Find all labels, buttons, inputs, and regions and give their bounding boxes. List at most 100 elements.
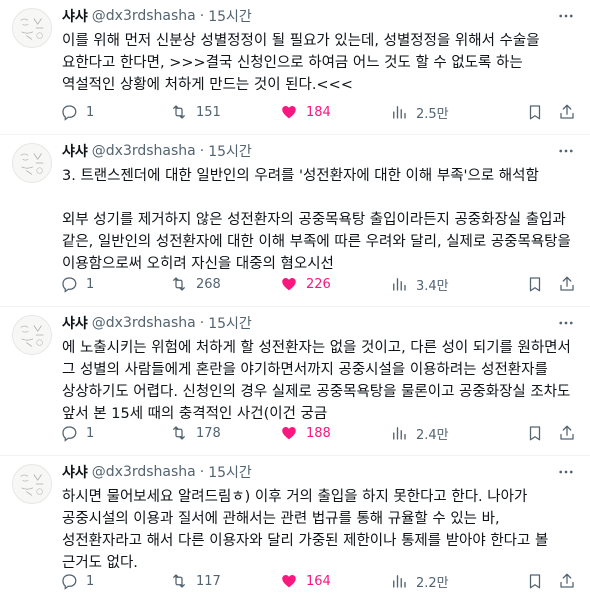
like-count: 226 bbox=[306, 276, 331, 292]
avatar[interactable] bbox=[12, 315, 52, 355]
views-button[interactable]: 2.5만 bbox=[390, 103, 500, 122]
share-icon[interactable] bbox=[558, 424, 576, 442]
view-count: 2.5만 bbox=[416, 106, 449, 122]
reply-button[interactable]: 1 bbox=[60, 103, 170, 121]
retweet-icon bbox=[173, 105, 185, 119]
views-button[interactable]: 3.4만 bbox=[390, 275, 500, 294]
tweet-text: 에 노출시키는 위험에 처하게 할 성전환자는 없을 것이고, 다른 성이 되기… bbox=[62, 337, 576, 425]
user-handle[interactable]: @dx3rdshasha bbox=[92, 315, 196, 331]
reply-icon bbox=[62, 574, 77, 590]
retweet-button[interactable]: 178 bbox=[170, 424, 280, 442]
timestamp[interactable]: 15시간 bbox=[208, 462, 252, 482]
tweet-header: 샤샤 @dx3rdshasha · 15시간 bbox=[62, 462, 576, 482]
separator-dot: · bbox=[199, 464, 205, 480]
tweet-header: 샤샤 @dx3rdshasha · 15시간 bbox=[62, 313, 576, 333]
retweet-button[interactable]: 117 bbox=[170, 572, 280, 590]
tweet-actions: 1 117 164 2.2만 bbox=[60, 571, 576, 591]
tweet-header: 샤샤 @dx3rdshasha · 15시간 bbox=[62, 141, 576, 161]
reply-icon bbox=[62, 105, 77, 121]
tweet-actions: 1 178 188 2.4만 bbox=[60, 423, 576, 443]
views-icon bbox=[393, 106, 406, 119]
more-icon[interactable] bbox=[556, 6, 576, 26]
user-handle[interactable]: @dx3rdshasha bbox=[92, 464, 196, 480]
user-handle[interactable]: @dx3rdshasha bbox=[92, 8, 196, 24]
avatar[interactable] bbox=[12, 8, 52, 48]
reply-button[interactable]: 1 bbox=[60, 275, 170, 293]
retweet-count: 268 bbox=[196, 276, 221, 292]
display-name[interactable]: 샤샤 bbox=[62, 462, 88, 482]
reply-icon bbox=[62, 426, 77, 442]
retweet-icon bbox=[173, 426, 185, 440]
share-icon[interactable] bbox=[558, 275, 576, 293]
avatar[interactable] bbox=[12, 464, 52, 504]
separator-dot: · bbox=[199, 8, 205, 24]
retweet-count: 117 bbox=[196, 573, 221, 589]
views-icon bbox=[393, 427, 406, 440]
view-count: 2.4만 bbox=[416, 427, 449, 443]
bookmark-icon[interactable] bbox=[526, 103, 544, 121]
views-button[interactable]: 2.4만 bbox=[390, 424, 500, 443]
display-name[interactable]: 샤샤 bbox=[62, 6, 88, 26]
separator-dot: · bbox=[199, 315, 205, 331]
display-name[interactable]: 샤샤 bbox=[62, 141, 88, 161]
tweet-paragraph: 하시면 물어보세요 알려드림ㅎ) 이후 거의 출입을 하지 못한다고 한다. 나… bbox=[62, 489, 549, 571]
separator-dot: · bbox=[199, 143, 205, 159]
retweet-icon bbox=[173, 277, 185, 291]
timestamp[interactable]: 15시간 bbox=[208, 313, 252, 333]
more-icon[interactable] bbox=[556, 462, 576, 482]
bookmark-icon[interactable] bbox=[526, 275, 544, 293]
bookmark-icon[interactable] bbox=[526, 572, 544, 590]
share-icon[interactable] bbox=[558, 103, 576, 121]
tweet[interactable]: 샤샤 @dx3rdshasha · 15시간 3. 트랜스젠더에 대한 일반인의… bbox=[0, 135, 590, 307]
reply-button[interactable]: 1 bbox=[60, 424, 170, 442]
views-icon bbox=[393, 278, 406, 291]
like-button[interactable]: 164 bbox=[280, 572, 390, 590]
reply-count: 1 bbox=[86, 573, 95, 589]
like-icon bbox=[282, 278, 296, 291]
retweet-count: 151 bbox=[196, 104, 221, 120]
view-count: 3.4만 bbox=[416, 278, 449, 294]
timestamp[interactable]: 15시간 bbox=[208, 141, 252, 161]
reply-count: 1 bbox=[86, 104, 95, 120]
tweet-paragraph: 3. 트랜스젠더에 대한 일반인의 우려를 '성전환자에 대한 이해 부족'으로… bbox=[62, 168, 539, 184]
tweet[interactable]: 샤샤 @dx3rdshasha · 15시간 이를 위해 먼저 신분상 성별정정… bbox=[0, 0, 590, 135]
tweet-paragraph: 에 노출시키는 위험에 처하게 할 성전환자는 없을 것이고, 다른 성이 되기… bbox=[62, 340, 571, 422]
like-button[interactable]: 226 bbox=[280, 275, 390, 293]
tweet-paragraph: 외부 성기를 제거하지 않은 성전환자의 공중목욕탕 출입이라든지 공중화장실 … bbox=[62, 212, 571, 272]
tweet[interactable]: 샤샤 @dx3rdshasha · 15시간 하시면 물어보세요 알려드림ㅎ) … bbox=[0, 456, 590, 603]
like-count: 164 bbox=[306, 573, 331, 589]
more-icon[interactable] bbox=[556, 313, 576, 333]
tweet-feed: 샤샤 @dx3rdshasha · 15시간 이를 위해 먼저 신분상 성별정정… bbox=[0, 0, 590, 603]
tweet-text: 3. 트랜스젠더에 대한 일반인의 우려를 '성전환자에 대한 이해 부족'으로… bbox=[62, 165, 576, 275]
like-icon bbox=[282, 575, 296, 588]
tweet-text: 이를 위해 먼저 신분상 성별정정이 될 필요가 있는데, 성별정정을 위해서 … bbox=[62, 30, 576, 96]
like-icon bbox=[282, 106, 296, 119]
bookmark-icon[interactable] bbox=[526, 424, 544, 442]
user-handle[interactable]: @dx3rdshasha bbox=[92, 143, 196, 159]
tweet-header: 샤샤 @dx3rdshasha · 15시간 bbox=[62, 6, 576, 26]
tweet-text: 하시면 물어보세요 알려드림ㅎ) 이후 거의 출입을 하지 못한다고 한다. 나… bbox=[62, 486, 576, 574]
views-icon bbox=[393, 575, 406, 588]
more-icon[interactable] bbox=[556, 141, 576, 161]
share-icon[interactable] bbox=[558, 572, 576, 590]
view-count: 2.2만 bbox=[416, 575, 449, 591]
retweet-count: 178 bbox=[196, 425, 221, 441]
like-button[interactable]: 188 bbox=[280, 424, 390, 442]
like-button[interactable]: 184 bbox=[280, 103, 390, 121]
tweet-actions: 1 151 184 2.5만 bbox=[60, 102, 576, 122]
retweet-icon bbox=[173, 574, 185, 588]
tweet[interactable]: 샤샤 @dx3rdshasha · 15시간 에 노출시키는 위험에 처하게 할… bbox=[0, 307, 590, 456]
like-count: 184 bbox=[306, 104, 331, 120]
tweet-actions: 1 268 226 3.4만 bbox=[60, 274, 576, 294]
like-count: 188 bbox=[306, 425, 331, 441]
retweet-button[interactable]: 151 bbox=[170, 103, 280, 121]
timestamp[interactable]: 15시간 bbox=[208, 6, 252, 26]
reply-button[interactable]: 1 bbox=[60, 572, 170, 590]
reply-count: 1 bbox=[86, 425, 95, 441]
retweet-button[interactable]: 268 bbox=[170, 275, 280, 293]
display-name[interactable]: 샤샤 bbox=[62, 313, 88, 333]
avatar[interactable] bbox=[12, 143, 52, 183]
reply-count: 1 bbox=[86, 276, 95, 292]
views-button[interactable]: 2.2만 bbox=[390, 572, 500, 591]
tweet-paragraph: 이를 위해 먼저 신분상 성별정정이 될 필요가 있는데, 성별정정을 위해서 … bbox=[62, 33, 540, 93]
